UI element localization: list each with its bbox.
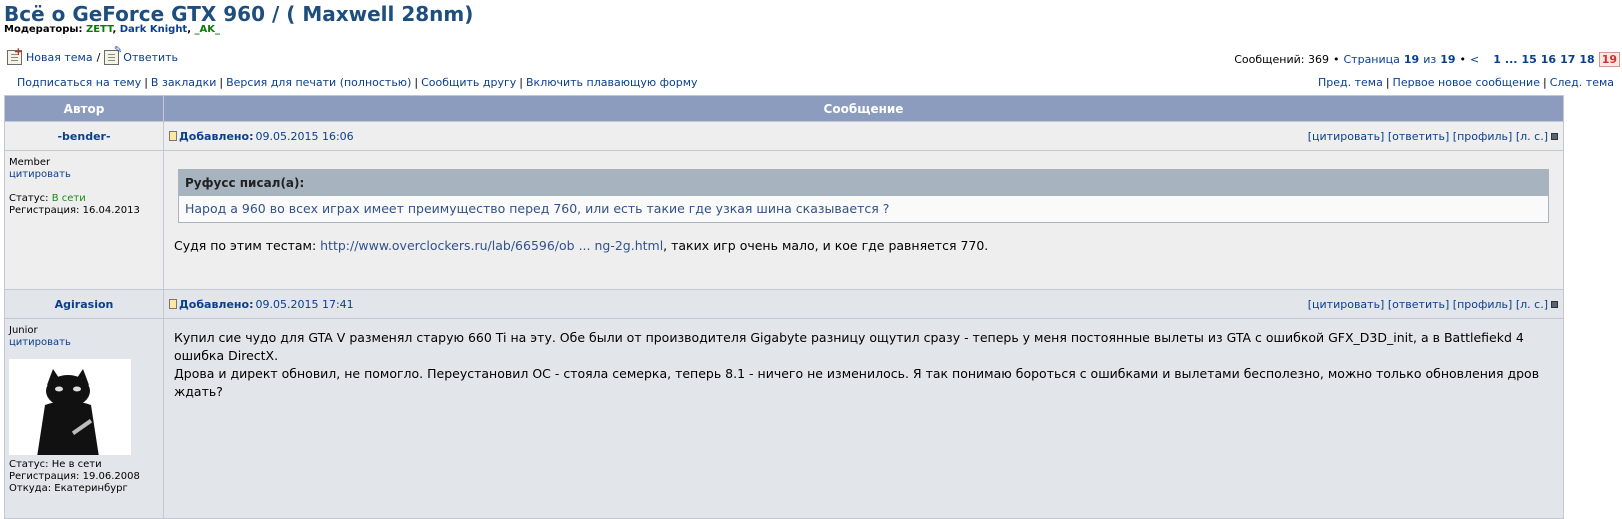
post-actions: [цитировать] [ответить] [профиль] [л. с.… — [1308, 298, 1558, 311]
author-location: Откуда: Екатеринбург — [9, 483, 128, 494]
profile-action[interactable]: [профиль] — [1453, 298, 1513, 311]
author-status: Статус: Не в сети — [9, 459, 102, 470]
page-ellipsis: ... — [1504, 53, 1518, 66]
author-info: Member цитировать Статус: В сети Регистр… — [5, 151, 163, 223]
page-link-1[interactable]: 1 — [1493, 53, 1501, 66]
page-title: Всё о GeForce GTX 960 / ( Maxwell 28nm) — [4, 2, 474, 26]
messages-count: Сообщений: 369 — [1234, 53, 1329, 66]
tell-friend-link[interactable]: Сообщить другу — [421, 76, 516, 89]
post-link[interactable]: http://www.overclockers.ru/lab/66596/ob … — [320, 238, 663, 253]
author-info: Junior цитировать Статус: Не в сети Реги… — [5, 319, 163, 501]
post-date: 09.05.2015 17:41 — [255, 297, 354, 311]
post-header: Agirasion Добавлено: 09.05.2015 17:41 [ц… — [4, 289, 1564, 319]
column-message: Сообщение — [163, 95, 1564, 122]
new-topic-link[interactable]: Новая тема — [26, 51, 93, 64]
post-row: Member цитировать Статус: В сети Регистр… — [4, 150, 1564, 290]
author-rank: Member — [9, 157, 51, 168]
page-total: 19 — [1440, 53, 1456, 66]
post-header: -bender- Добавлено: 09.05.2015 16:06 [ци… — [4, 121, 1564, 151]
subscribe-link[interactable]: Подписаться на тему — [17, 76, 141, 89]
status-label: Статус: — [9, 193, 49, 204]
reply-link[interactable]: Ответить — [123, 51, 178, 64]
added-label: Добавлено: — [179, 129, 254, 143]
post-body: Купил сие чудо для GTA V разменял старую… — [164, 319, 1563, 415]
new-topic-icon[interactable] — [7, 45, 23, 65]
moderator-link-zett[interactable]: ZETT — [86, 24, 113, 35]
print-version-link[interactable]: Версия для печати (полностью) — [226, 76, 411, 89]
quote-block: Руфусс писал(а): Народ а 960 во всех игр… — [178, 169, 1549, 223]
post-text-paragraph-2: Дрова и директ обновил, не помогло. Пере… — [174, 366, 1540, 399]
reply-action[interactable]: [ответить] — [1388, 298, 1449, 311]
quote-text: Народ а 960 во всех играх имеет преимуще… — [179, 196, 1548, 222]
slash-separator: / — [96, 51, 101, 64]
post-icon — [169, 299, 177, 309]
posts-table: Автор Сообщение -bender- Добавлено: 09.0… — [4, 95, 1564, 519]
topic-links: Подписаться на тему | В закладки | Версия дл… — [17, 76, 698, 89]
post-text-paragraph-1: Купил сие чудо для GTA V разменял старую… — [174, 330, 1524, 363]
reply-icon[interactable] — [104, 45, 122, 65]
post-anchor-icon[interactable] — [1551, 301, 1558, 308]
page-link-18[interactable]: 18 — [1579, 53, 1594, 66]
avatar — [9, 359, 131, 455]
author-quote-link[interactable]: цитировать — [9, 169, 71, 180]
page-link-16[interactable]: 16 — [1541, 53, 1556, 66]
author-link[interactable]: -bender- — [57, 130, 110, 143]
post-actions: [цитировать] [ответить] [профиль] [л. с.… — [1308, 130, 1558, 143]
author-rank: Junior — [9, 325, 38, 336]
floating-form-link[interactable]: Включить плавающую форму — [526, 76, 698, 89]
added-label: Добавлено: — [179, 297, 254, 311]
topic-nav-links: Пред. тема | Первое новое сообщение | След. … — [1317, 76, 1614, 89]
author-link[interactable]: Agirasion — [55, 298, 114, 311]
pagination: Сообщений: 369 • Страница 19 из 19 • < 1… — [1234, 52, 1620, 67]
author-registration: Регистрация: 16.04.2013 — [9, 205, 140, 216]
post-body: Руфусс писал(а): Народ а 960 во всех игр… — [164, 151, 1563, 269]
page-prev[interactable]: < — [1470, 53, 1479, 66]
page-label: Страница — [1343, 53, 1400, 66]
bookmarks-link[interactable]: В закладки — [151, 76, 216, 89]
post-date: 09.05.2015 16:06 — [255, 129, 354, 143]
moderator-link-ak[interactable]: _AK_ — [195, 24, 221, 35]
next-topic-link[interactable]: След. тема — [1550, 76, 1614, 89]
pm-action[interactable]: [л. с.] — [1516, 298, 1548, 311]
moderator-link-dark-knight[interactable]: Dark Knight — [120, 24, 187, 35]
author-registration: Регистрация: 19.06.2008 — [9, 471, 140, 482]
post-row: Junior цитировать Статус: Не в сети Реги… — [4, 318, 1564, 519]
quote-action[interactable]: [цитировать] — [1308, 298, 1385, 311]
status-online: В сети — [51, 193, 86, 204]
pm-action[interactable]: [л. с.] — [1516, 130, 1548, 143]
moderators-label: Модераторы: — [4, 24, 83, 35]
post-text: Судя по этим тестам: http://www.overcloc… — [174, 238, 989, 253]
page-of: из — [1423, 53, 1437, 66]
quote-author: Руфусс писал(а): — [179, 170, 1548, 196]
post-anchor-icon[interactable] — [1551, 133, 1558, 140]
author-quote-link[interactable]: цитировать — [9, 337, 71, 348]
column-author: Автор — [4, 95, 164, 122]
topic-actions: Новая тема / Ответить — [7, 45, 178, 65]
prev-topic-link[interactable]: Пред. тема — [1318, 76, 1383, 89]
page-current-box: 19 — [1598, 52, 1620, 67]
page-link-15[interactable]: 15 — [1521, 53, 1536, 66]
profile-action[interactable]: [профиль] — [1453, 130, 1513, 143]
first-new-message-link[interactable]: Первое новое сообщение — [1393, 76, 1540, 89]
quote-action[interactable]: [цитировать] — [1308, 130, 1385, 143]
reply-action[interactable]: [ответить] — [1388, 130, 1449, 143]
page-link-17[interactable]: 17 — [1560, 53, 1575, 66]
cat-avatar-icon — [37, 369, 99, 455]
post-icon — [169, 131, 177, 141]
moderators-line: Модераторы: ZETT, Dark Knight, _AK_ — [4, 24, 220, 35]
page-current: 19 — [1403, 53, 1420, 66]
